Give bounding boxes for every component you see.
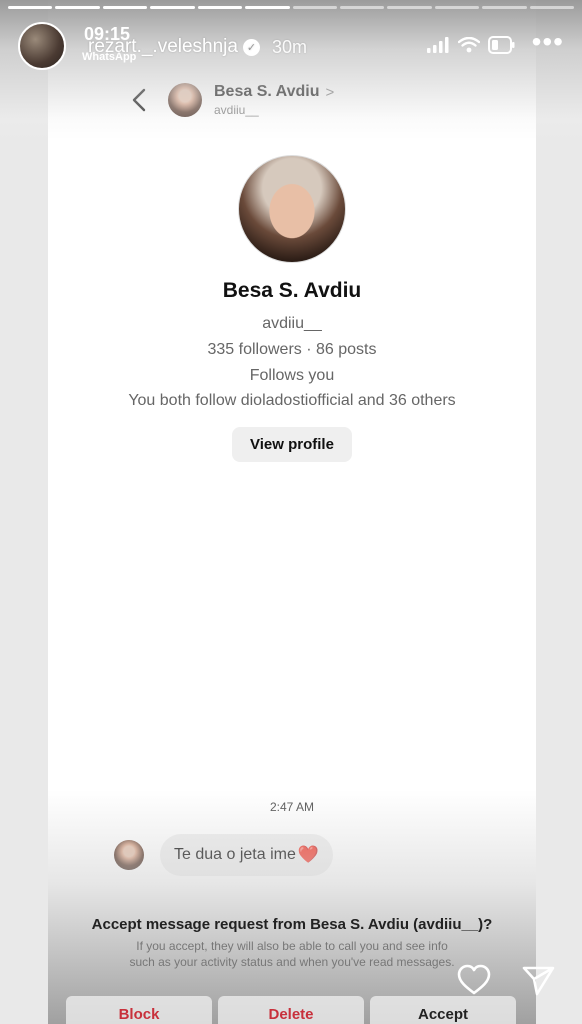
chevron-right-icon: > <box>325 83 335 101</box>
view-profile-button[interactable]: View profile <box>232 427 352 462</box>
header-username: avdiiu__ <box>214 103 259 117</box>
story-user-row[interactable]: rezart._.veleshnja ✓ 30m <box>88 36 307 58</box>
progress-segment <box>245 6 290 9</box>
progress-segment <box>339 6 385 9</box>
progress-segment <box>387 6 432 9</box>
mutual-followers: You both follow dioladostiofficial and 3… <box>128 392 456 409</box>
back-arrow-icon[interactable] <box>126 87 152 113</box>
profile-username: avdiiu__ <box>262 315 322 332</box>
progress-segment <box>55 6 100 9</box>
chat-header: Besa S. Avdiu > avdiiu__ <box>126 78 476 122</box>
progress-segment <box>292 6 337 9</box>
signal-icon <box>426 37 450 58</box>
header-name-text: Besa S. Avdiu <box>214 83 320 100</box>
story-header: 09:15 WhatsApp rezart._.veleshnja ✓ 30m … <box>18 22 564 70</box>
profile-avatar[interactable] <box>238 155 346 263</box>
request-title: Accept message request from Besa S. Avdi… <box>91 916 493 933</box>
request-description: If you accept, they will also be able to… <box>129 939 455 969</box>
header-avatar[interactable] <box>168 83 202 117</box>
more-options-icon[interactable]: ••• <box>532 28 564 56</box>
story-meta: 09:15 WhatsApp rezart._.veleshnja ✓ 30m … <box>74 22 564 70</box>
status-icons <box>426 36 516 59</box>
progress-segment <box>150 6 195 9</box>
request-actions: Block Delete Accept <box>66 996 516 1024</box>
verified-badge-icon: ✓ <box>242 38 260 56</box>
battery-icon <box>488 36 516 59</box>
story-avatar[interactable] <box>18 22 66 70</box>
message-timestamp: 2:47 AM <box>269 800 315 814</box>
progress-segment <box>434 6 480 9</box>
message-row: Te dua o jeta ime ❤️ <box>114 834 334 876</box>
wifi-icon <box>457 36 481 58</box>
accept-button[interactable]: Accept <box>370 996 516 1024</box>
header-names[interactable]: Besa S. Avdiu > avdiiu__ <box>214 83 334 117</box>
heart-emoji-icon: ❤️ <box>297 845 320 864</box>
follows-you-label: Follows you <box>249 367 335 384</box>
block-button[interactable]: Block <box>66 996 212 1024</box>
screenshot-card: Besa S. Avdiu > avdiiu__ Besa S. Avdiu a… <box>48 0 536 1024</box>
delete-button[interactable]: Delete <box>218 996 364 1024</box>
progress-segment <box>197 6 243 9</box>
progress-segment <box>8 6 53 9</box>
message-bubble[interactable]: Te dua o jeta ime ❤️ <box>160 834 334 876</box>
send-icon[interactable] <box>520 962 556 998</box>
profile-card: Besa S. Avdiu avdiiu__ 335 followers · 8… <box>48 155 536 462</box>
progress-segment <box>482 6 527 9</box>
profile-stats: 335 followers · 86 posts <box>207 341 377 358</box>
heart-icon[interactable] <box>456 962 492 998</box>
message-text: Te dua o jeta ime <box>174 846 296 863</box>
message-avatar[interactable] <box>114 840 144 870</box>
story-progress <box>8 6 575 9</box>
progress-segment <box>529 6 575 9</box>
profile-name: Besa S. Avdiu <box>222 279 362 302</box>
story-age: 30m <box>271 36 307 57</box>
progress-segment <box>102 6 148 9</box>
header-name[interactable]: Besa S. Avdiu > <box>214 83 334 101</box>
story-username[interactable]: rezart._.veleshnja <box>88 36 238 58</box>
